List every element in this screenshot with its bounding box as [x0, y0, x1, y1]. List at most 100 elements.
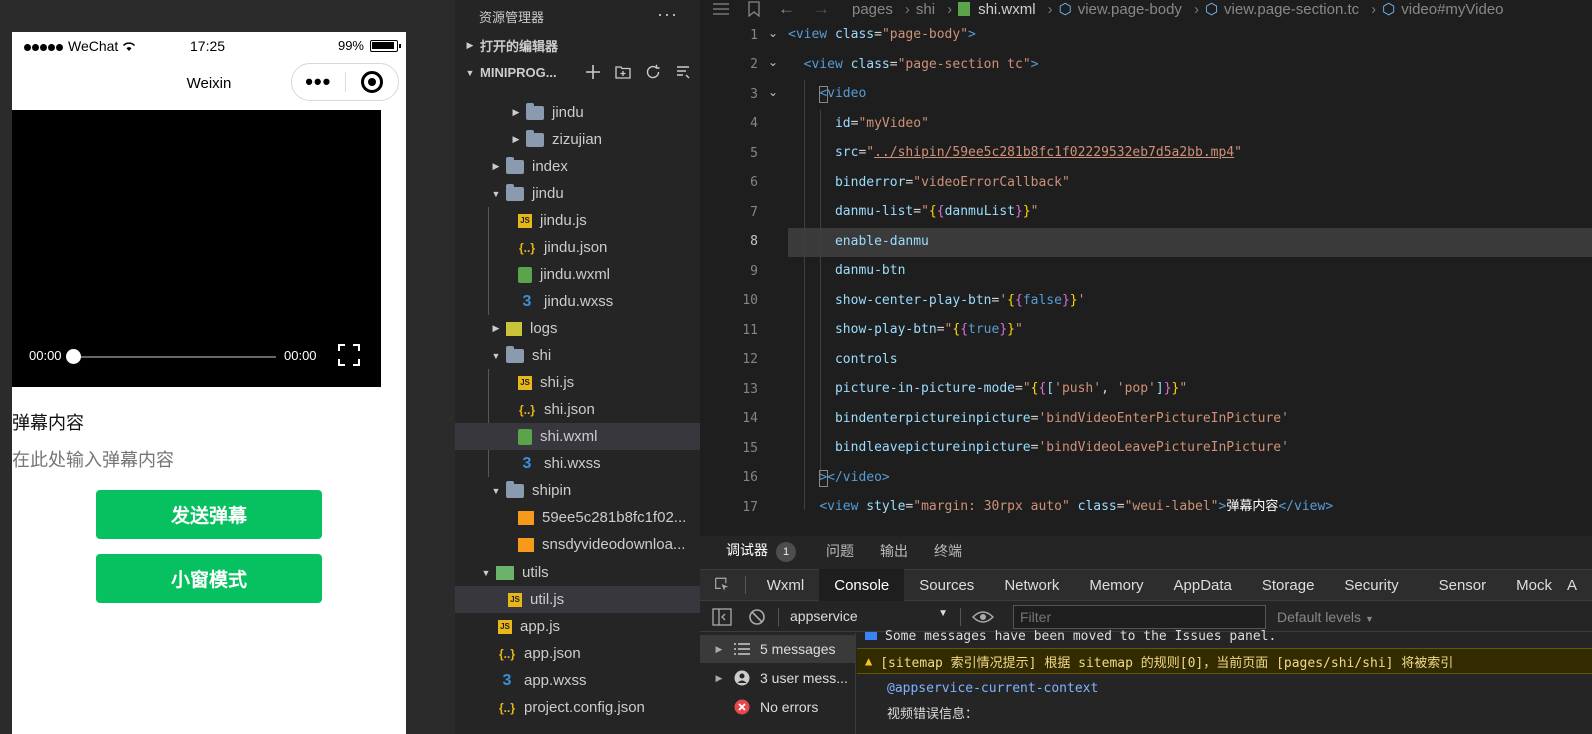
- tree-file-jindu-wxss[interactable]: 3 jindu.wxss: [455, 288, 700, 315]
- video-progress-thumb[interactable]: [66, 349, 81, 364]
- tree-item-label: snsdyvideodownloa...: [542, 536, 686, 553]
- tab-problems[interactable]: 问题: [826, 541, 854, 561]
- new-file-icon[interactable]: [584, 63, 602, 81]
- refresh-icon[interactable]: [644, 63, 662, 81]
- tree-folder-jindu[interactable]: ▼ jindu: [455, 180, 700, 207]
- wxss-file-icon: 3: [522, 454, 532, 472]
- logs-folder-icon: [506, 321, 522, 336]
- breadcrumb-separator: ›: [1193, 0, 1199, 18]
- tree-item-label: shi.wxss: [544, 455, 601, 472]
- panel-tab-security[interactable]: Security: [1329, 569, 1413, 601]
- list-icon[interactable]: [712, 2, 730, 16]
- tree-folder-zizujian[interactable]: ▶ zizujian: [455, 126, 700, 153]
- breadcrumb-item[interactable]: view.page-section.tc: [1224, 1, 1359, 18]
- close-miniprogram-icon[interactable]: [345, 71, 398, 93]
- js-file-icon: JS: [498, 619, 512, 634]
- tree-file-util-js[interactable]: JS util.js: [455, 586, 700, 613]
- log-levels-select[interactable]: Default levels ▼: [1277, 609, 1374, 625]
- tree-folder-logs[interactable]: ▶ logs: [455, 315, 700, 342]
- tree-file-app-json[interactable]: {..} app.json: [455, 640, 700, 667]
- panel-tab-sensor[interactable]: Sensor: [1424, 569, 1502, 601]
- tree-file-video-1[interactable]: 59ee5c281b8fc1f02...: [455, 504, 700, 531]
- chevron-right-icon: ▶: [492, 323, 500, 333]
- tree-file-jindu-js[interactable]: JS jindu.js: [455, 207, 700, 234]
- breadcrumb-item[interactable]: shi: [916, 1, 935, 18]
- back-arrow-icon[interactable]: ←: [778, 0, 795, 19]
- wxml-file-icon: [518, 428, 532, 445]
- tree-file-shi-json[interactable]: {..} shi.json: [455, 396, 700, 423]
- toggle-sidebar-icon[interactable]: [712, 608, 732, 626]
- sidebar-item-errors[interactable]: No errors: [700, 693, 856, 721]
- console-sidebar: ▶ 5 messages ▶ 3 user mess... No errors: [700, 633, 856, 734]
- fullscreen-icon[interactable]: [338, 344, 360, 366]
- video-player[interactable]: 00:00 00:00: [12, 110, 381, 387]
- folder-icon: [506, 156, 524, 174]
- code-line: <view class="page-section tc">: [803, 57, 1039, 72]
- sidebar-item-messages[interactable]: ▶ 5 messages: [700, 635, 856, 663]
- panel-tab-console[interactable]: Console: [819, 569, 905, 601]
- sidebar-item-user-messages[interactable]: ▶ 3 user mess...: [700, 664, 856, 692]
- project-section[interactable]: ▼ MINIPROG...: [455, 59, 700, 86]
- danmu-label: 弹幕内容: [12, 413, 84, 433]
- fold-chevron-icon[interactable]: ⌄: [768, 85, 778, 99]
- js-file-icon: JS: [518, 375, 532, 390]
- signal-icon: [24, 38, 64, 54]
- tab-terminal[interactable]: 终端: [934, 541, 962, 561]
- tree-file-app-wxss[interactable]: 3 app.wxss: [455, 667, 700, 694]
- panel-tab-appdata[interactable]: AppData: [1159, 569, 1247, 601]
- code-editor[interactable]: ← → pages › shi › shi.wxml › ⬡ view.page…: [700, 0, 1592, 536]
- breadcrumb-item[interactable]: pages: [852, 1, 893, 18]
- tree-file-jindu-json[interactable]: {..} jindu.json: [455, 234, 700, 261]
- panel-tab-network[interactable]: Network: [989, 569, 1074, 601]
- breadcrumb-item[interactable]: view.page-body: [1078, 1, 1182, 18]
- panel-tab-sources[interactable]: Sources: [904, 569, 989, 601]
- context-select-value: appservice: [790, 608, 858, 624]
- send-danmu-button[interactable]: 发送弹幕: [96, 490, 322, 539]
- panel-tab-memory[interactable]: Memory: [1074, 569, 1158, 601]
- tree-file-shi-js[interactable]: JS shi.js: [455, 369, 700, 396]
- tree-folder-jindu-collapsed[interactable]: ▶ jindu: [455, 99, 700, 126]
- video-progress-track[interactable]: [74, 356, 276, 358]
- devtools-panel: 调试器 1 问题 输出 终端 Wxml Console Sources Netwo…: [700, 536, 1592, 734]
- panel-tab-storage[interactable]: Storage: [1247, 569, 1330, 601]
- tree-file-app-js[interactable]: JS app.js: [455, 613, 700, 640]
- eye-icon[interactable]: [972, 610, 994, 624]
- more-icon[interactable]: •••: [292, 71, 345, 93]
- tree-file-shi-wxml[interactable]: shi.wxml: [455, 423, 700, 450]
- tree-folder-shipin[interactable]: ▼ shipin: [455, 477, 700, 504]
- clear-console-icon[interactable]: [748, 608, 766, 626]
- log-row-context: @appservice-current-context: [857, 677, 1592, 699]
- panel-tab-more[interactable]: A: [1567, 569, 1592, 601]
- bookmark-icon[interactable]: [748, 1, 760, 17]
- line-number: 2: [750, 57, 758, 72]
- fold-chevron-icon[interactable]: ⌄: [768, 26, 778, 40]
- tree-file-project-config[interactable]: {..} project.config.json: [455, 694, 700, 721]
- breadcrumb-item[interactable]: video#myVideo: [1401, 1, 1503, 18]
- panel-tab-mock[interactable]: Mock: [1501, 569, 1567, 601]
- tree-file-jindu-wxml[interactable]: jindu.wxml: [455, 261, 700, 288]
- breadcrumb-item[interactable]: shi.wxml: [978, 1, 1036, 18]
- collapse-all-icon[interactable]: [674, 63, 692, 81]
- inspect-element-icon[interactable]: [714, 575, 731, 595]
- breadcrumb-separator: ›: [904, 0, 910, 18]
- new-folder-icon[interactable]: [614, 63, 632, 81]
- fold-chevron-icon[interactable]: ⌄: [768, 55, 778, 69]
- explorer-more-icon[interactable]: ···: [657, 4, 678, 25]
- tree-folder-index[interactable]: ▶ index: [455, 153, 700, 180]
- tab-output[interactable]: 输出: [880, 541, 908, 561]
- open-editors-section[interactable]: ▶ 打开的编辑器: [455, 32, 700, 59]
- tab-debugger[interactable]: 调试器 1: [726, 540, 796, 562]
- pip-mode-button[interactable]: 小窗模式: [96, 554, 322, 603]
- tree-item-label: shi: [532, 347, 552, 364]
- line-number: 11: [742, 323, 758, 338]
- tree-folder-utils[interactable]: ▼ utils: [455, 559, 700, 586]
- tree-file-video-2[interactable]: snsdyvideodownloa...: [455, 531, 700, 558]
- tree-item-label: app.wxss: [524, 672, 587, 689]
- tree-file-shi-wxss[interactable]: 3 shi.wxss: [455, 450, 700, 477]
- danmu-input[interactable]: [12, 450, 392, 471]
- panel-tab-wxml[interactable]: Wxml: [752, 569, 820, 601]
- context-link[interactable]: @appservice-current-context: [887, 681, 1098, 696]
- context-select[interactable]: appservice ▼: [790, 608, 948, 624]
- tree-folder-shi[interactable]: ▼ shi: [455, 342, 700, 369]
- forward-arrow-icon[interactable]: →: [813, 0, 830, 19]
